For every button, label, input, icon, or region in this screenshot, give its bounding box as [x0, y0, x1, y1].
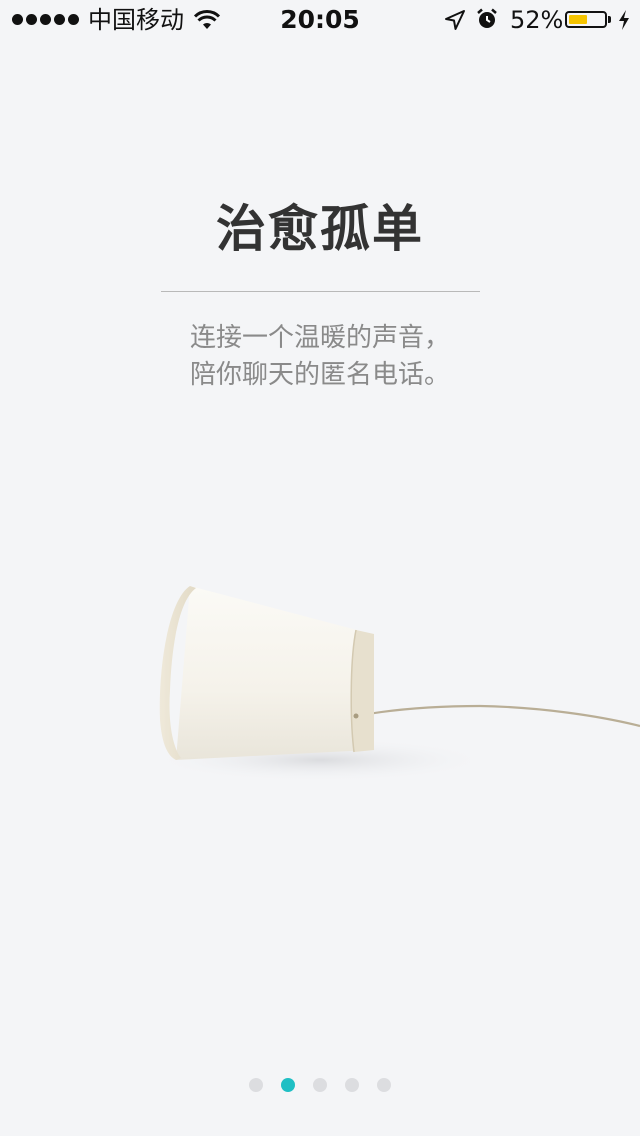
- onboarding-screen: 中国移动 20:05 52% 治愈孤单 连接一个温暖的声音， 陪你聊天的匿名电话…: [0, 0, 640, 1136]
- page-title: 治愈孤单: [216, 200, 424, 258]
- subtitle-line-2: 陪你聊天的匿名电话。: [189, 360, 450, 390]
- charging-bolt-icon: [619, 10, 629, 30]
- paper-cup-phone-illustration: [150, 586, 640, 782]
- battery-tip: [608, 16, 611, 23]
- subtitle-line-1: 连接一个温暖的声音，: [189, 323, 450, 353]
- title-divider: [161, 291, 480, 292]
- battery-icon: [565, 11, 607, 28]
- page-dot-3[interactable]: [313, 1078, 327, 1092]
- alarm-clock-icon: [477, 8, 497, 28]
- page-dot-4[interactable]: [345, 1078, 359, 1092]
- status-bar: 中国移动 20:05 52%: [0, 0, 640, 40]
- page-indicator[interactable]: [0, 1078, 640, 1092]
- subtitle: 连接一个温暖的声音， 陪你聊天的匿名电话。: [0, 320, 640, 394]
- battery-percent: 52%: [510, 6, 564, 34]
- location-arrow-icon: [445, 10, 465, 30]
- battery-level-fill: [569, 15, 587, 24]
- page-dot-2[interactable]: [281, 1078, 295, 1092]
- page-dot-5[interactable]: [377, 1078, 391, 1092]
- page-dot-1[interactable]: [249, 1078, 263, 1092]
